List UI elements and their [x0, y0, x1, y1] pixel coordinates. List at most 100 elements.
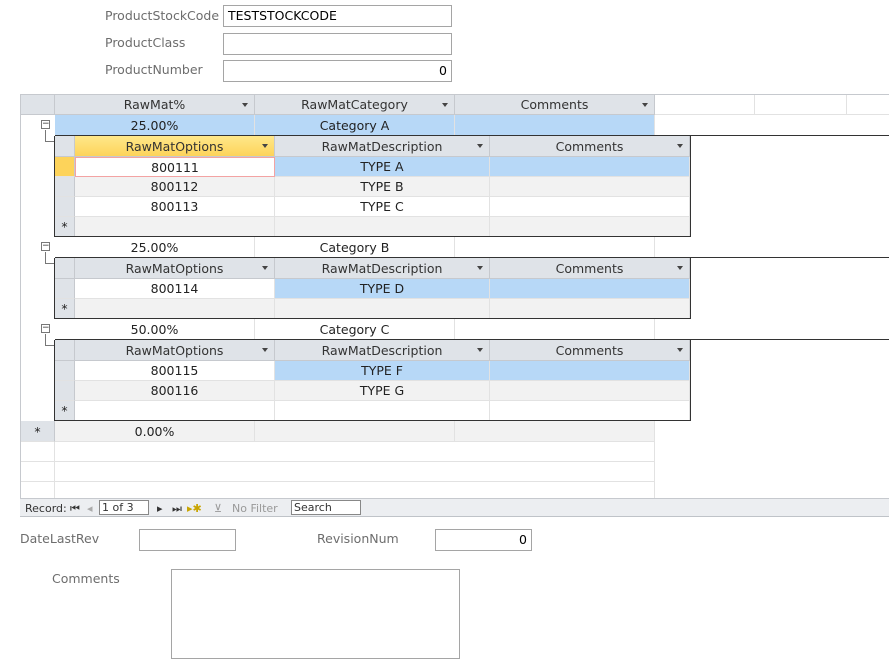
dropdown-arrow-icon[interactable] [242, 103, 248, 107]
collapse-icon[interactable]: − [41, 324, 50, 333]
select-all-corner[interactable] [21, 95, 55, 115]
row-selector[interactable] [55, 197, 75, 217]
new-row-marker[interactable]: * [55, 401, 75, 421]
dropdown-arrow-icon[interactable] [677, 266, 683, 270]
new-sub-row-cell[interactable] [75, 299, 275, 319]
sub-column-header-2[interactable]: Comments [490, 136, 690, 157]
new-sub-row-cell[interactable] [275, 401, 490, 421]
raw-mat-option-cell[interactable]: 800112 [75, 177, 275, 197]
sub-column-header-0[interactable]: RawMatOptions [75, 258, 275, 279]
sub-column-header-0[interactable]: RawMatOptions [75, 136, 275, 157]
empty-row [55, 462, 655, 482]
comments-cell[interactable] [455, 237, 655, 258]
raw-mat-description-cell[interactable]: TYPE A [275, 157, 490, 177]
search-input[interactable]: Search [291, 500, 361, 515]
next-record-button[interactable]: ▸ [157, 502, 163, 515]
rawmat-category-cell[interactable]: Category B [255, 237, 455, 258]
filter-icon: ⊻ [214, 502, 223, 515]
sub-select-all-corner[interactable] [55, 136, 75, 157]
new-record-button[interactable]: ▸✱ [187, 502, 202, 515]
no-filter-button[interactable]: No Filter [232, 502, 278, 515]
new-rawmat-pct-cell[interactable]: 0.00% [55, 421, 255, 442]
new-row-marker[interactable]: * [55, 299, 75, 319]
first-record-button[interactable]: ⏮ [70, 502, 80, 516]
sub-column-header-1[interactable]: RawMatDescription [275, 258, 490, 279]
sub-comments-cell[interactable] [490, 279, 690, 299]
new-sub-row-cell[interactable] [490, 217, 690, 237]
empty-column [755, 95, 847, 115]
sub-column-header-1[interactable]: RawMatDescription [275, 340, 490, 361]
dropdown-arrow-icon[interactable] [262, 266, 268, 270]
product-number-input[interactable]: 0 [223, 60, 452, 82]
collapse-icon[interactable]: − [41, 242, 50, 251]
row-selector[interactable] [55, 361, 75, 381]
raw-mat-option-cell[interactable]: 800115 [75, 361, 275, 381]
previous-record-button[interactable]: ◂ [87, 502, 93, 515]
raw-mat-option-cell[interactable]: 800116 [75, 381, 275, 401]
dropdown-arrow-icon[interactable] [642, 103, 648, 107]
sub-column-header-2[interactable]: Comments [490, 258, 690, 279]
rawmat-category-cell[interactable]: Category C [255, 319, 455, 340]
sub-comments-cell[interactable] [490, 177, 690, 197]
rawmat-pct-cell[interactable]: 50.00% [55, 319, 255, 340]
rawmat-category-cell[interactable]: Category A [255, 115, 455, 136]
raw-mat-description-cell[interactable]: TYPE G [275, 381, 490, 401]
sub-column-header-1[interactable]: RawMatDescription [275, 136, 490, 157]
product-class-input[interactable] [223, 33, 452, 55]
raw-mat-description-cell[interactable]: TYPE C [275, 197, 490, 217]
sub-column-header-2[interactable]: Comments [490, 340, 690, 361]
raw-mat-option-cell[interactable]: 800111 [75, 157, 275, 177]
new-category-cell[interactable] [255, 421, 455, 442]
new-row-marker[interactable]: * [55, 217, 75, 237]
raw-mat-description-cell[interactable]: TYPE B [275, 177, 490, 197]
date-last-rev-input[interactable] [139, 529, 236, 551]
dropdown-arrow-icon[interactable] [677, 348, 683, 352]
new-sub-row-cell[interactable] [75, 401, 275, 421]
sub-comments-cell[interactable] [490, 197, 690, 217]
new-sub-row-cell[interactable] [490, 299, 690, 319]
revision-num-input[interactable]: 0 [435, 529, 532, 551]
product-stock-code-input[interactable]: TESTSTOCKCODE [223, 5, 452, 27]
row-selector[interactable] [55, 279, 75, 299]
sub-comments-cell[interactable] [490, 381, 690, 401]
column-header-1[interactable]: RawMatCategory [255, 95, 455, 115]
collapse-icon[interactable]: − [41, 120, 50, 129]
sub-comments-cell[interactable] [490, 361, 690, 381]
row-selector[interactable] [55, 381, 75, 401]
sub-select-all-corner[interactable] [55, 340, 75, 361]
new-record-marker[interactable]: * [21, 421, 55, 442]
rawmat-datasheet[interactable]: RawMat% RawMatCategory Comments −25.00% Cate… [20, 94, 889, 502]
column-header-0[interactable]: RawMat% [55, 95, 255, 115]
current-record-input[interactable]: 1 of 3 [99, 500, 149, 515]
raw-mat-description-cell[interactable]: TYPE D [275, 279, 490, 299]
new-sub-row-cell[interactable] [490, 401, 690, 421]
dropdown-arrow-icon[interactable] [262, 144, 268, 148]
sub-comments-cell[interactable] [490, 157, 690, 177]
dropdown-arrow-icon[interactable] [477, 266, 483, 270]
comments-cell[interactable] [455, 319, 655, 340]
raw-mat-option-cell[interactable]: 800113 [75, 197, 275, 217]
sub-column-header-0[interactable]: RawMatOptions [75, 340, 275, 361]
new-sub-row-cell[interactable] [75, 217, 275, 237]
rawmat-pct-cell[interactable]: 25.00% [55, 115, 255, 136]
new-sub-row-cell[interactable] [275, 299, 490, 319]
new-comments-cell[interactable] [455, 421, 655, 442]
dropdown-arrow-icon[interactable] [442, 103, 448, 107]
column-header-2[interactable]: Comments [455, 95, 655, 115]
row-selector[interactable] [55, 157, 75, 177]
new-sub-row-cell[interactable] [275, 217, 490, 237]
comments-textarea[interactable] [171, 569, 460, 659]
comments-cell[interactable] [455, 115, 655, 136]
row-selector[interactable] [55, 177, 75, 197]
rawmat-pct-cell[interactable]: 25.00% [55, 237, 255, 258]
sub-select-all-corner[interactable] [55, 258, 75, 279]
dropdown-arrow-icon[interactable] [477, 348, 483, 352]
dropdown-arrow-icon[interactable] [477, 144, 483, 148]
last-record-button[interactable]: ⏭ [172, 502, 182, 516]
raw-mat-description-cell[interactable]: TYPE F [275, 361, 490, 381]
dropdown-arrow-icon[interactable] [262, 348, 268, 352]
dropdown-arrow-icon[interactable] [677, 144, 683, 148]
tree-line [45, 252, 55, 264]
raw-mat-option-cell[interactable]: 800114 [75, 279, 275, 299]
product-stock-code-label: ProductStockCode [105, 8, 220, 23]
